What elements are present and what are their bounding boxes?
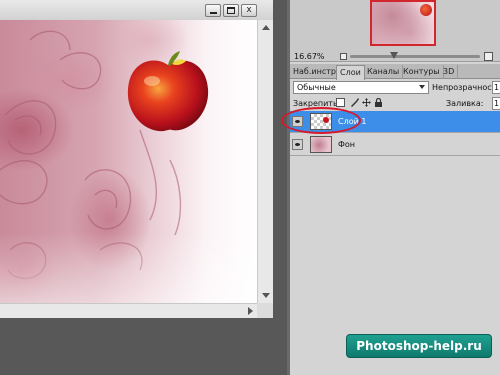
zoom-slider[interactable]: [350, 55, 480, 58]
navigator-apple-thumbnail: [420, 4, 432, 16]
zoom-out-icon[interactable]: [340, 53, 347, 60]
fill-label: Заливка:: [446, 99, 484, 108]
apple-image: [127, 51, 209, 132]
resize-grip[interactable]: [257, 303, 273, 318]
navigator-panel: 16.67%: [290, 0, 500, 62]
blend-mode-select[interactable]: Обычные: [293, 81, 429, 94]
document-title-bar[interactable]: x: [0, 0, 273, 20]
tab-paths[interactable]: Контуры: [400, 65, 444, 79]
tab-layers[interactable]: Слои: [336, 65, 365, 80]
image-canvas[interactable]: [0, 20, 257, 303]
layer-name[interactable]: Фон: [338, 140, 355, 149]
scroll-up-arrow-icon[interactable]: [262, 25, 270, 30]
zoom-value-field[interactable]: 16.67%: [294, 51, 336, 62]
lock-transparency-icon[interactable]: [336, 98, 345, 107]
panels-dock: 16.67% Наб.инстр Слои Каналы Контуры 3D …: [290, 0, 500, 375]
scroll-right-arrow-icon[interactable]: [248, 307, 253, 315]
vertical-scrollbar[interactable]: [257, 20, 273, 303]
chevron-down-icon: [419, 85, 425, 89]
scroll-down-arrow-icon[interactable]: [262, 293, 270, 298]
tab-3d[interactable]: 3D: [440, 65, 459, 79]
maximize-button[interactable]: [223, 4, 239, 17]
layer-thumbnail: [310, 136, 332, 153]
fill-input[interactable]: 1: [492, 97, 500, 110]
workspace: x: [0, 0, 287, 375]
maximize-icon: [227, 7, 235, 14]
minimize-button[interactable]: [205, 4, 221, 17]
layers-panel-tabs: Наб.инстр Слои Каналы Контуры 3D: [290, 64, 500, 80]
opacity-input[interactable]: 1: [492, 81, 500, 94]
navigator-preview[interactable]: [370, 0, 436, 46]
zoom-in-icon[interactable]: [484, 52, 493, 61]
zoom-slider-thumb[interactable]: [390, 52, 399, 59]
close-icon: x: [246, 5, 252, 15]
brush-icon[interactable]: [350, 98, 359, 107]
tab-channels[interactable]: Каналы: [364, 65, 404, 79]
blend-mode-value: Обычные: [297, 83, 336, 92]
opacity-label: Непрозрачность:: [432, 83, 500, 92]
move-icon[interactable]: [362, 98, 371, 107]
tab-tools-presets[interactable]: Наб.инстр: [290, 65, 340, 79]
close-button[interactable]: x: [241, 4, 257, 17]
eye-icon[interactable]: [292, 139, 303, 150]
watermark-badge: Photoshop-help.ru: [346, 334, 492, 358]
horizontal-scrollbar[interactable]: [0, 303, 257, 318]
minimize-icon: [209, 12, 217, 14]
lock-icon[interactable]: [374, 98, 383, 107]
rose-background-image: [0, 30, 182, 280]
document-window: x: [0, 0, 273, 318]
layer-row-background[interactable]: Фон: [290, 134, 500, 156]
annotation-circle: [281, 107, 361, 134]
